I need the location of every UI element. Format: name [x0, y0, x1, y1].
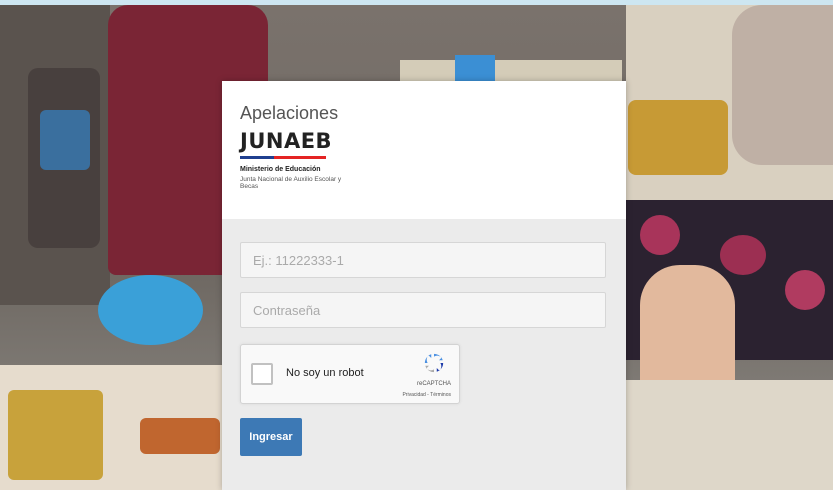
- login-panel: Apelaciones JUNAEB Ministerio de Educaci…: [222, 81, 626, 490]
- recaptcha-label: No soy un robot: [286, 367, 364, 379]
- photo-blue-lid: [98, 275, 203, 345]
- photo-hand-right: [732, 5, 833, 165]
- app-title: Apelaciones: [240, 103, 339, 123]
- rut-input[interactable]: [240, 242, 606, 278]
- photo-flower-2: [720, 235, 766, 275]
- logo-ministry: Ministerio de Educación: [240, 166, 321, 173]
- recaptcha-links[interactable]: Privacidad - Términos: [402, 392, 451, 398]
- photo-food-left: [8, 390, 103, 480]
- photo-tray-bottom-right: [626, 380, 833, 490]
- photo-flower-3: [785, 270, 825, 310]
- logo-bar-red: [274, 156, 326, 159]
- logo-subtitle: Junta Nacional de Auxilio Escolar y Beca…: [240, 176, 342, 190]
- recaptcha-widget: No soy un robot reCAPTCHA Privacidad - T…: [240, 344, 460, 404]
- password-input[interactable]: [240, 292, 606, 328]
- junaeb-logo: JUNAEB Ministerio de Educación Junta Nac…: [240, 129, 360, 209]
- login-submit-button[interactable]: Ingresar: [240, 418, 302, 456]
- recaptcha-icon: [424, 353, 444, 373]
- logo-name: JUNAEB: [240, 129, 333, 153]
- photo-sauce: [140, 418, 220, 454]
- photo-food-right: [628, 100, 728, 175]
- photo-tray-top: [400, 60, 622, 82]
- photo-carton: [455, 55, 495, 81]
- logo-bar-blue: [240, 156, 274, 159]
- panel-header: Apelaciones JUNAEB Ministerio de Educaci…: [222, 81, 626, 219]
- logo-color-bar: [240, 156, 326, 159]
- recaptcha-brand: reCAPTCHA: [416, 381, 451, 387]
- recaptcha-checkbox[interactable]: [251, 363, 273, 385]
- photo-flower-1: [640, 215, 680, 255]
- photo-bottle-print: [40, 110, 90, 170]
